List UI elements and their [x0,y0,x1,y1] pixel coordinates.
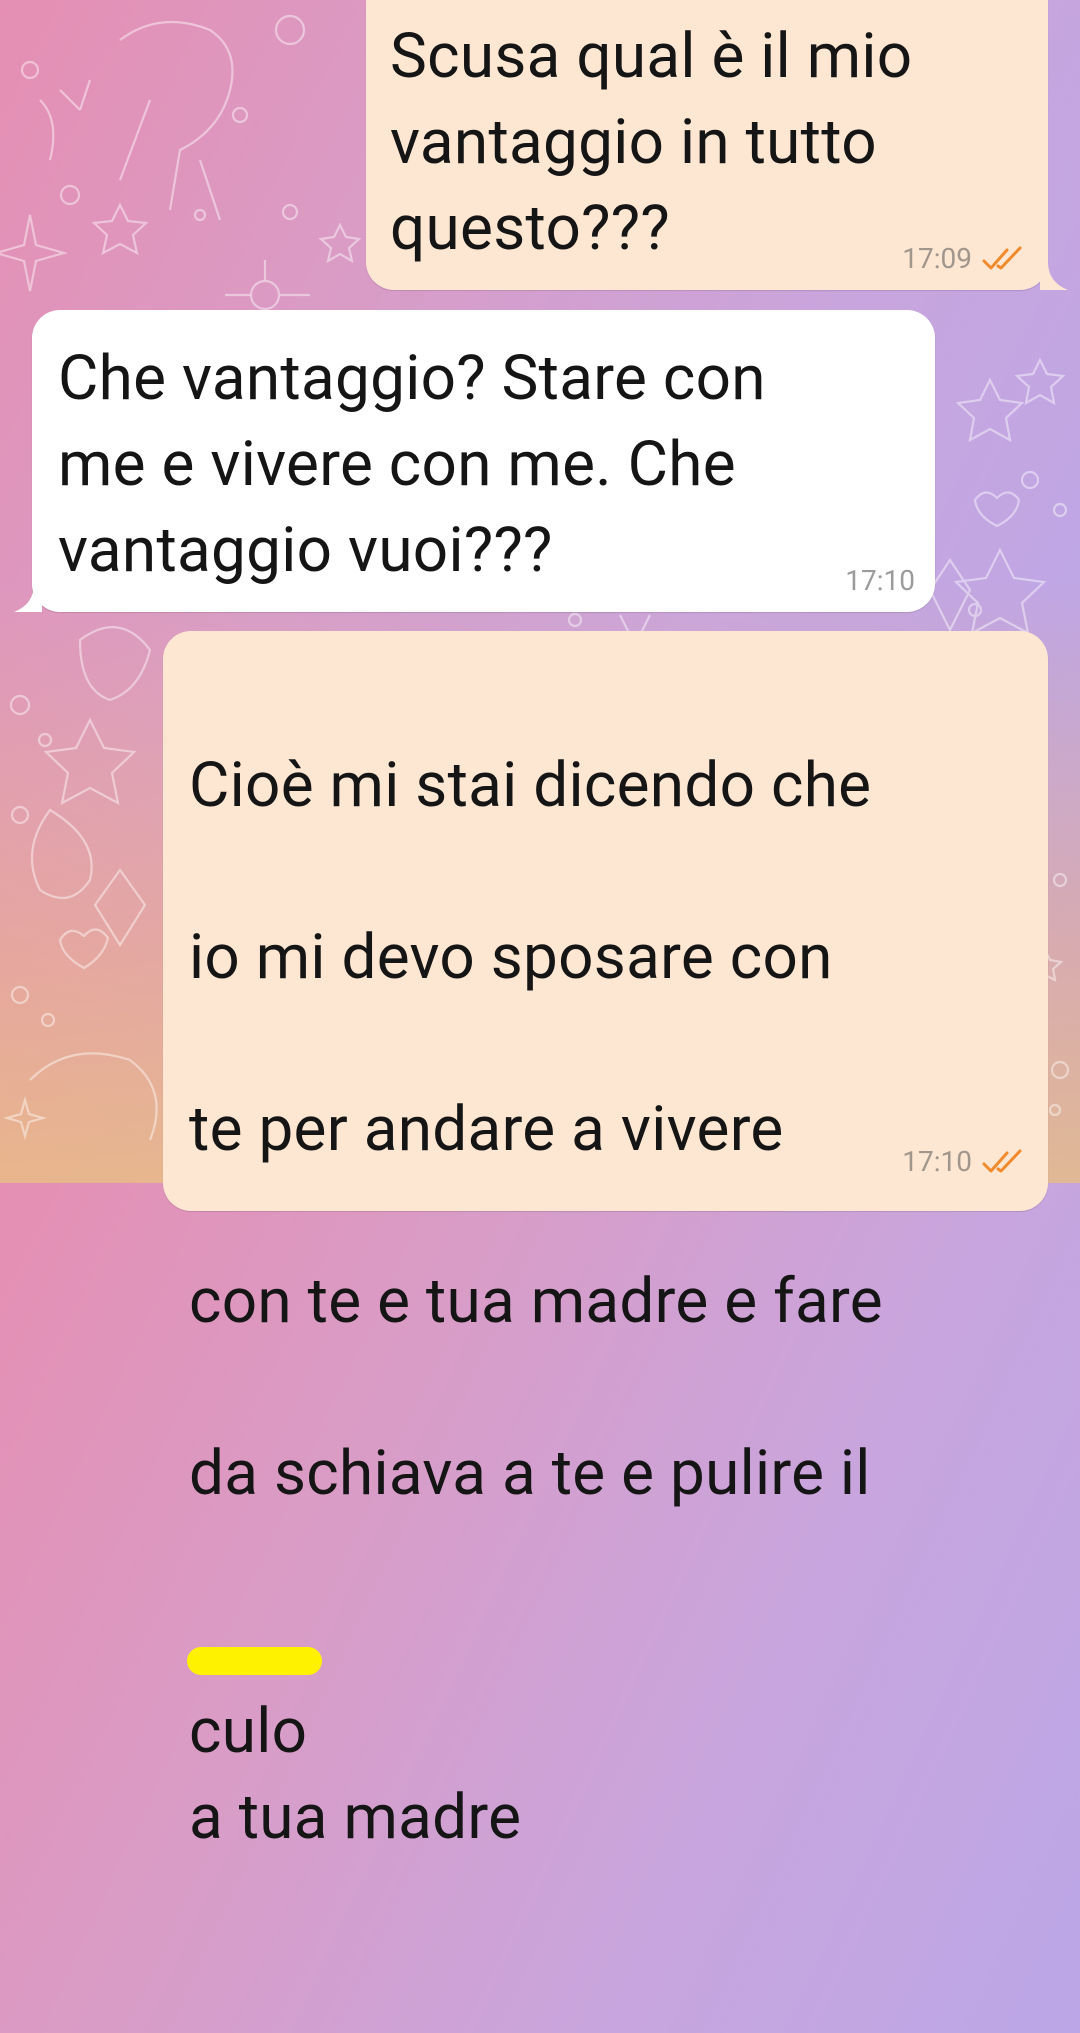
message-line: io mi devo sposare con [189,921,833,994]
double-check-icon [982,246,1022,269]
message-bubble-outgoing-3[interactable]: Cioè mi stai dicendo che io mi devo spos… [163,631,1048,1854]
message-bubble-incoming-2[interactable]: Che vantaggio? Stare con me e vivere con… [32,310,935,612]
censor-highlight [187,1647,322,1675]
bubble-tail [14,584,42,612]
message-line: da schiava a te e pulire il [189,1437,871,1510]
bubble-tail [1040,262,1068,290]
message-time: 17:10 [845,564,915,597]
message-text: Che vantaggio? Stare con me e vivere con… [58,342,766,587]
message-line: con te e tua madre e fare [189,1265,883,1338]
message-time: 17:10 [902,1145,972,1178]
message-meta: 17:10 [902,1145,1026,1178]
message-text: Scusa qual è il mio vantaggio in tutto q… [390,20,913,265]
message-time: 17:09 [902,242,972,275]
message-meta: 17:10 [845,564,915,597]
message-line-last: culo a tua madre [187,1603,1039,1947]
message-line-rest: a tua madre [189,1781,522,1854]
message-text: Cioè mi stai dicendo che io mi devo spos… [187,657,1039,2033]
censored-word: culo [189,1695,308,1768]
message-bubble-outgoing-1[interactable]: Scusa qual è il mio vantaggio in tutto q… [366,0,1048,290]
double-check-icon [982,1149,1022,1172]
message-meta: 17:09 [902,242,1026,275]
message-line: Cioè mi stai dicendo che [189,749,872,822]
